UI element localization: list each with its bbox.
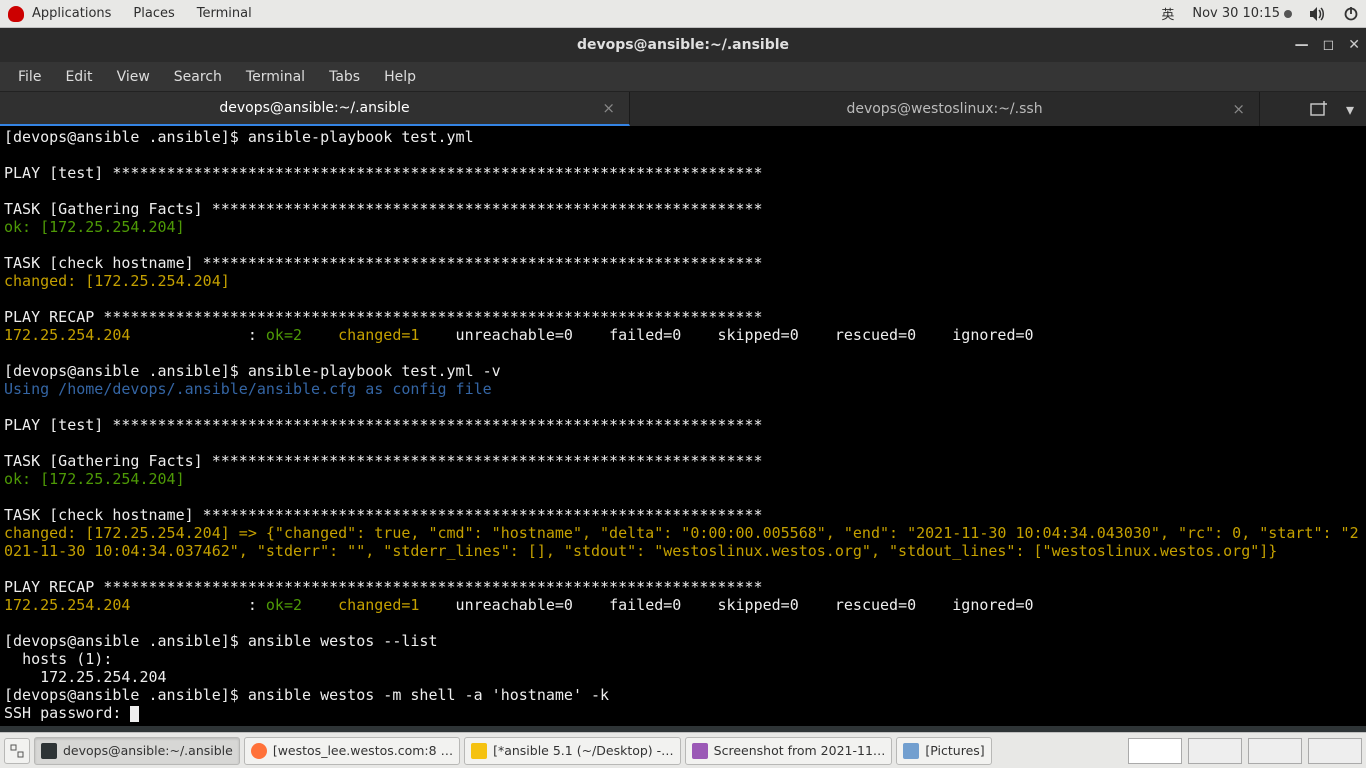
- terminal-icon: [41, 743, 57, 759]
- text-cursor: [130, 706, 139, 722]
- folder-icon: [903, 743, 919, 759]
- tab-close-icon[interactable]: ×: [1232, 100, 1245, 118]
- terminal-tabs: devops@ansible:~/.ansible × devops@westo…: [0, 92, 1366, 126]
- menu-edit[interactable]: Edit: [53, 69, 104, 85]
- task-screenshot[interactable]: Screenshot from 2021-11…: [685, 737, 893, 765]
- workspace-switcher[interactable]: [1188, 738, 1242, 764]
- app-menubar: File Edit View Search Terminal Tabs Help: [0, 62, 1366, 92]
- task-firefox[interactable]: [westos_lee.westos.com:8 …: [244, 737, 460, 765]
- tab-close-icon[interactable]: ×: [602, 99, 615, 117]
- redhat-logo-icon: [8, 6, 24, 22]
- places-menu[interactable]: Places: [133, 6, 174, 21]
- workspace-switcher[interactable]: [1308, 738, 1362, 764]
- menu-tabs[interactable]: Tabs: [317, 69, 372, 85]
- task-terminal[interactable]: devops@ansible:~/.ansible: [34, 737, 240, 765]
- show-desktop-button[interactable]: [4, 738, 30, 764]
- tab-menu-icon[interactable]: ▾: [1346, 100, 1354, 119]
- terminal-menu[interactable]: Terminal: [197, 6, 252, 21]
- volume-icon[interactable]: [1310, 7, 1326, 21]
- workspace-switcher[interactable]: [1248, 738, 1302, 764]
- power-icon[interactable]: [1344, 7, 1358, 21]
- window-title: devops@ansible:~/.ansible: [577, 37, 789, 53]
- menu-view[interactable]: View: [105, 69, 162, 85]
- terminal-window: devops@ansible:~/.ansible — ◻ ✕ File Edi…: [0, 28, 1366, 726]
- firefox-icon: [251, 743, 267, 759]
- new-tab-button[interactable]: [1310, 101, 1328, 117]
- editor-icon: [471, 743, 487, 759]
- task-editor[interactable]: [*ansible 5.1 (~/Desktop) -…: [464, 737, 681, 765]
- menu-terminal[interactable]: Terminal: [234, 69, 317, 85]
- tab-westoslinux[interactable]: devops@westoslinux:~/.ssh ×: [630, 92, 1260, 126]
- tab-label: devops@ansible:~/.ansible: [219, 100, 409, 116]
- menu-file[interactable]: File: [6, 69, 53, 85]
- image-icon: [692, 743, 708, 759]
- clock[interactable]: Nov 30 10:15: [1192, 6, 1292, 21]
- workspace-switcher[interactable]: [1128, 738, 1182, 764]
- terminal-output[interactable]: [devops@ansible .ansible]$ ansible-playb…: [0, 126, 1366, 726]
- task-files[interactable]: [Pictures]: [896, 737, 991, 765]
- gnome-topbar: Applications Places Terminal 英 Nov 30 10…: [0, 0, 1366, 28]
- bottom-taskbar: devops@ansible:~/.ansible [westos_lee.we…: [0, 732, 1366, 768]
- minimize-button[interactable]: —: [1295, 37, 1309, 53]
- ime-indicator[interactable]: 英: [1161, 4, 1174, 23]
- close-button[interactable]: ✕: [1348, 37, 1360, 53]
- applications-menu[interactable]: Applications: [32, 6, 111, 21]
- maximize-button[interactable]: ◻: [1323, 37, 1335, 53]
- menu-help[interactable]: Help: [372, 69, 428, 85]
- window-titlebar[interactable]: devops@ansible:~/.ansible — ◻ ✕: [0, 28, 1366, 62]
- tab-ansible[interactable]: devops@ansible:~/.ansible ×: [0, 92, 630, 126]
- menu-search[interactable]: Search: [162, 69, 234, 85]
- tab-label: devops@westoslinux:~/.ssh: [846, 101, 1042, 117]
